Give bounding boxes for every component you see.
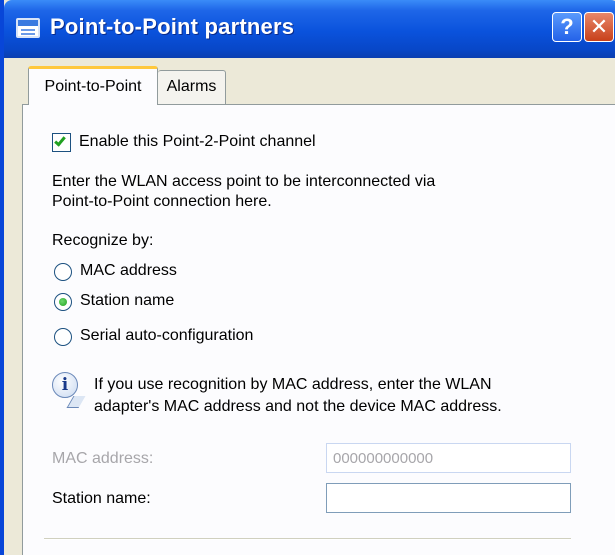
radio-station-name-label[interactable]: Station name: [80, 292, 174, 310]
mac-address-input: [326, 443, 571, 473]
recognize-by-heading: Recognize by:: [52, 232, 154, 249]
enable-channel-label[interactable]: Enable this Point-2-Point channel: [79, 133, 316, 151]
dialog-window: Point-to-Point partners ? ✕ Point-to-Poi…: [0, 0, 615, 555]
radio-serial-auto-config[interactable]: [54, 328, 72, 346]
close-button[interactable]: ✕: [584, 12, 614, 42]
title-bar[interactable]: Point-to-Point partners ? ✕: [4, 0, 615, 58]
info-icon: i: [52, 372, 78, 398]
mac-address-label: MAC address:: [52, 450, 154, 467]
radio-station-name[interactable]: [54, 293, 72, 311]
info-text-line-1: If you use recognition by MAC address, e…: [94, 376, 492, 393]
window-app-icon: [16, 18, 40, 38]
help-button[interactable]: ?: [552, 12, 582, 42]
window-title: Point-to-Point partners: [50, 14, 295, 39]
separator: [44, 538, 571, 540]
radio-mac-address-label[interactable]: MAC address: [80, 262, 177, 280]
radio-selected-dot: [59, 298, 67, 306]
enable-channel-checkbox[interactable]: [52, 133, 71, 152]
tab-point-to-point[interactable]: Point-to-Point: [28, 66, 158, 105]
description-line-2: Point-to-Point connection here.: [52, 193, 272, 210]
tab-alarms[interactable]: Alarms: [158, 70, 226, 104]
station-name-input[interactable]: [326, 483, 571, 513]
station-name-label: Station name:: [52, 490, 151, 507]
description-line-1: Enter the WLAN access point to be interc…: [52, 173, 436, 190]
checkmark-icon: [54, 134, 66, 147]
radio-mac-address[interactable]: [54, 263, 72, 281]
radio-serial-auto-config-label[interactable]: Serial auto-configuration: [80, 327, 253, 345]
info-text-line-2: adapter's MAC address and not the device…: [94, 398, 502, 415]
